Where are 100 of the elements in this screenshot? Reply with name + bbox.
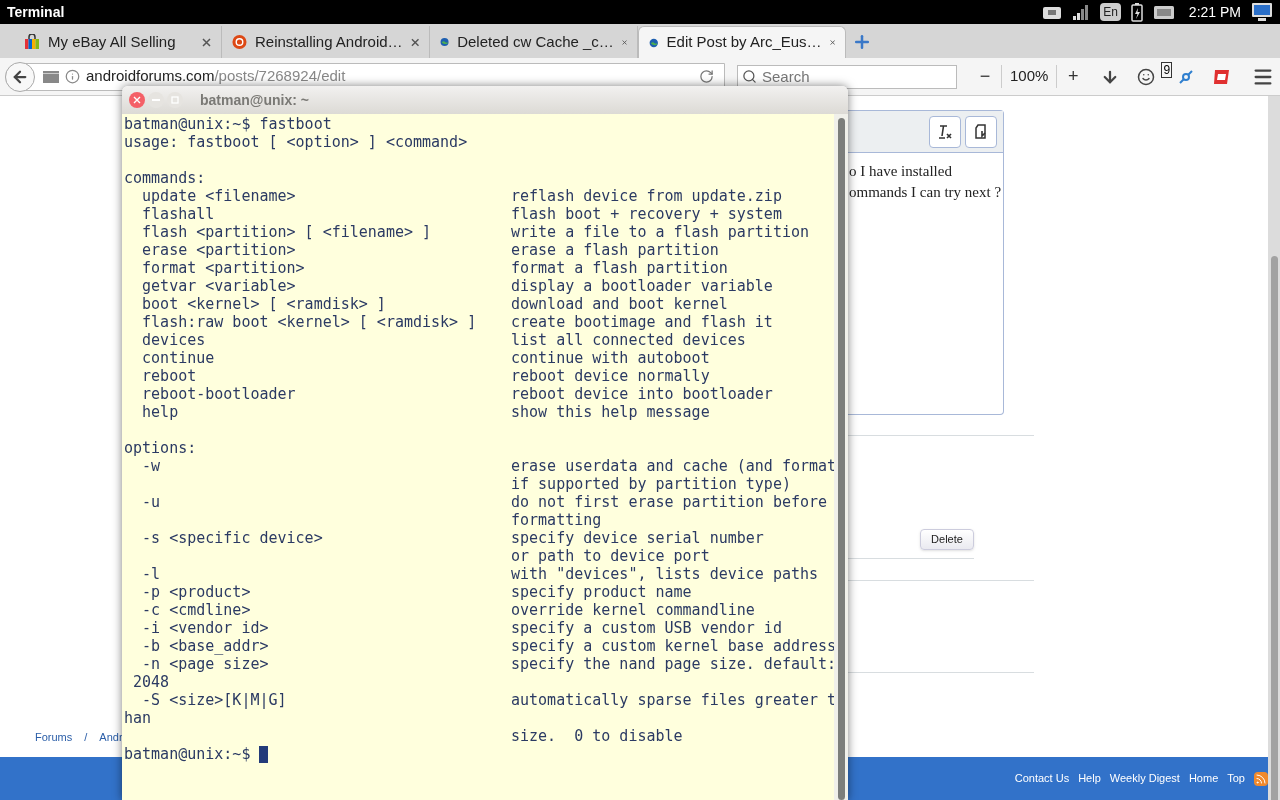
terminal-line: batman@unix:~$ fastboot [124,115,332,133]
network-icon[interactable] [1178,68,1195,85]
computer-icon[interactable] [1251,2,1273,22]
terminal-line: or path to device port [511,547,710,565]
message-icon[interactable] [1152,4,1175,20]
terminal-line: update <filename> [141,187,296,205]
terminal-line: options: [124,439,197,457]
footer-link[interactable]: Home [1188,770,1219,787]
terminal-line: continue [141,349,215,367]
terminal-line: commands: [124,169,206,187]
addon-badge[interactable]: 9 [1161,62,1173,78]
post-text: o I have installed [849,162,953,181]
terminal-line: show this help message [511,403,710,421]
info-icon[interactable] [65,69,80,84]
terminal-line: erase userdata and cache (and format [511,457,834,475]
terminal-line: -s <specific device> [141,529,323,547]
terminal-line: specify product name [511,583,692,601]
terminal-line: specify a custom kernel base address [511,637,834,655]
terminal-line: continue with autoboot [511,349,710,367]
terminal-line: display a bootloader variable [511,277,773,295]
clock[interactable]: 2:21 PM [1188,1,1241,23]
terminal-line: flash boot + recovery + system [511,205,782,223]
terminal-line: do not first erase partition before [511,493,828,511]
paste-button[interactable] [965,115,997,148]
battery-charging-icon[interactable] [1130,2,1143,22]
breadcrumb[interactable]: / [84,729,88,746]
app-title: Terminal [7,2,65,22]
browser-tab[interactable]: Edit Post by Arc_Eus… [638,26,846,58]
terminal-line: erase a flash partition [511,241,719,259]
terminal-line: help [141,403,179,421]
rss-icon[interactable] [1254,771,1268,786]
close-icon[interactable] [621,37,627,47]
terminal-line: devices [141,331,206,349]
url-text[interactable]: androidforums.com/posts/7268924/edit [86,65,699,88]
terminal-line: reflash device from update.zip [511,187,782,205]
terminal-line: create bootimage and flash it [511,313,773,331]
terminal-line: -p <product> [141,583,251,601]
close-icon [133,96,141,104]
terminal-line: automatically sparse files greater t [511,691,834,709]
terminal-line: reboot device into bootloader [511,385,773,403]
clear-formatting-icon [937,123,953,140]
terminal-line: flashall [141,205,215,223]
terminal-line: reboot [141,367,197,385]
shopping-bag-icon [24,34,40,50]
window-title: batman@unix: ~ [200,90,309,110]
terminal-line: -c <cmdline> [141,601,251,619]
clear-formatting-button[interactable] [929,115,961,148]
terminal-line: -i <vendor id> [141,619,269,637]
reload-icon[interactable] [699,69,714,84]
terminal-line: format <partition> [141,259,305,277]
page-scrollbar[interactable] [1268,96,1280,800]
terminal-line: specify a custom USB vendor id [511,619,782,637]
signal-icon[interactable] [1072,4,1091,20]
breadcrumb[interactable]: Forums [35,729,73,746]
terminal-scrollbar[interactable] [834,114,848,800]
terminal-line: specify the nand page size. default: [511,655,834,673]
terminal-line: download and boot kernel [511,295,728,313]
smiley-icon[interactable] [1137,67,1156,86]
terminal-line: with "devices", lists device paths [511,565,819,583]
terminal-line: getvar <variable> [141,277,296,295]
terminal-line: list all connected devices [511,331,746,349]
terminal-line: format a flash partition [511,259,728,277]
close-icon[interactable] [202,37,211,47]
terminal-line: write a file to a flash partition [511,223,809,241]
breadcrumb[interactable]: Andr [99,729,123,746]
search-field[interactable]: Search [737,64,957,89]
footer-link[interactable]: Weekly Digest [1109,770,1180,787]
terminal-line: -u [141,493,161,511]
post-text: ommands I can try next ? [849,183,1003,202]
terminal-line: override kernel commandline [511,601,755,619]
new-tab-icon[interactable] [852,32,872,52]
close-icon[interactable] [829,38,835,47]
terminal-line: -w [141,457,161,475]
terminal-line: han [124,709,152,727]
terminal-line: -b <base_addr> [141,637,269,655]
terminal-line: -S <size>[K|M|G] [141,691,287,709]
keyboard-layout-indicator[interactable]: En [1100,3,1121,21]
search-icon [742,68,757,84]
terminal-line: erase <partition> [141,241,296,259]
editor-box[interactable]: o I have installed ommands I can try next ? [848,110,1004,415]
page-icon [43,70,59,83]
close-button[interactable] [129,92,145,108]
terminal-line: boot <kernel> [ <ramdisk> ] [141,295,386,313]
zoom-level[interactable]: 100% [1001,65,1058,88]
zoom-in-button[interactable]: + [1063,63,1084,90]
delete-button[interactable]: Delete [920,529,974,550]
terminal-line: flash:raw boot <kernel> [ <ramdisk> ] [141,313,477,331]
terminal-line: formatting [511,511,602,529]
footer-link[interactable]: Help [1078,770,1101,787]
terminal-line: -n <page size> [141,655,269,673]
zoom-out-button[interactable]: − [975,63,995,90]
text-cursor [259,745,269,763]
terminal-prompt: batman@unix:~$ [124,745,252,763]
terminal-line: usage: fastboot [ <option> ] <command> [124,133,468,151]
close-icon[interactable] [410,37,419,47]
terminal-line: specify device serial number [511,529,764,547]
circle-logo-icon [232,34,247,50]
back-button[interactable] [5,61,35,92]
footer-link[interactable]: Top [1227,770,1245,787]
footer-link[interactable]: Contact Us [1014,770,1070,787]
